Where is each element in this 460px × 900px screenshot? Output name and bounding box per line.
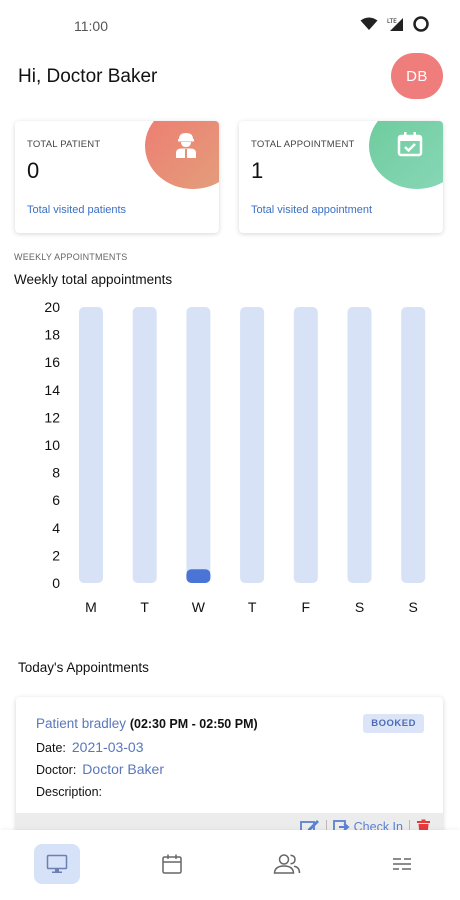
- date-row: Date: 2021-03-03: [36, 739, 144, 755]
- x-tick-label: T: [248, 599, 257, 615]
- stat-label: TOTAL PATIENT: [27, 139, 101, 150]
- y-tick-label: 12: [44, 409, 60, 425]
- bar-track: [293, 307, 318, 583]
- status-icons: LTE: [360, 15, 430, 33]
- chart-title: Weekly total appointments: [14, 272, 173, 287]
- nav-patients[interactable]: [264, 844, 310, 884]
- appointment-time: (02:30 PM - 02:50 PM): [129, 717, 258, 731]
- date-value: 2021-03-03: [71, 739, 144, 755]
- total-appointment-card[interactable]: TOTAL APPOINTMENT 1 Total visited appoin…: [239, 121, 443, 233]
- appointment-card[interactable]: Patient bradley (02:30 PM - 02:50 PM) BO…: [16, 697, 443, 847]
- network-type: LTE: [387, 18, 397, 25]
- bar-track: [79, 307, 103, 583]
- y-tick-label: 6: [52, 492, 60, 508]
- doctor-row: Doctor: Doctor Baker: [36, 761, 164, 777]
- nav-dashboard[interactable]: [34, 844, 80, 884]
- x-tick-label: M: [85, 599, 97, 615]
- x-tick-label: S: [409, 599, 418, 615]
- description-row: Description:: [36, 783, 108, 799]
- y-tick-label: 16: [44, 354, 60, 370]
- stat-link[interactable]: Total visited appointment: [251, 204, 372, 216]
- x-tick-label: W: [192, 599, 206, 615]
- bar: [186, 569, 211, 583]
- doctor-label: Doctor:: [36, 763, 77, 777]
- battery-icon: [413, 16, 429, 32]
- avatar[interactable]: DB: [391, 53, 443, 99]
- users-icon: [273, 854, 301, 874]
- appointment-header: Patient bradley (02:30 PM - 02:50 PM): [36, 716, 258, 731]
- bar-track: [401, 307, 426, 583]
- total-patient-card[interactable]: TOTAL PATIENT 0 Total visited patients: [15, 121, 219, 233]
- x-tick-label: T: [140, 599, 149, 615]
- menu-icon: [393, 858, 411, 870]
- calendar-check-icon: [397, 132, 423, 157]
- y-tick-label: 10: [44, 437, 60, 453]
- y-tick-label: 0: [52, 575, 60, 591]
- y-tick-label: 18: [44, 327, 60, 343]
- y-tick-label: 20: [44, 299, 60, 315]
- stat-blob: [145, 121, 219, 189]
- signal-icon: LTE: [387, 18, 403, 31]
- nav-menu[interactable]: [379, 844, 425, 884]
- y-tick-label: 14: [44, 382, 60, 398]
- greeting: Hi, Doctor Baker: [18, 66, 158, 87]
- description-label: Description:: [36, 785, 102, 799]
- nav-appointments[interactable]: [149, 844, 195, 884]
- bar-track: [240, 307, 265, 583]
- status-time: 11:00: [74, 18, 108, 34]
- x-tick-label: F: [302, 599, 311, 615]
- status-badge: BOOKED: [363, 714, 424, 733]
- stat-value: 0: [27, 158, 40, 183]
- y-tick-label: 8: [52, 465, 60, 481]
- section-label: WEEKLY APPOINTMENTS: [14, 252, 128, 262]
- stat-blob: [369, 121, 443, 189]
- bar-track: [186, 307, 211, 583]
- y-tick-label: 2: [52, 547, 60, 563]
- weekly-appointments-chart: 0 2 4 6 8 10 12 14 16 18 20 M T W T F S S: [44, 299, 426, 615]
- stat-link[interactable]: Total visited patients: [27, 204, 126, 216]
- bar-track: [347, 307, 372, 583]
- status-bar: 11:00 LTE: [0, 0, 460, 52]
- stat-value: 1: [251, 158, 264, 183]
- doctor-value: Doctor Baker: [82, 761, 164, 777]
- stat-label: TOTAL APPOINTMENT: [251, 139, 355, 150]
- calendar-icon: [162, 854, 182, 874]
- doctor-icon: [176, 133, 196, 158]
- y-tick-label: 4: [52, 520, 60, 536]
- patient-name[interactable]: Patient bradley: [36, 716, 126, 731]
- date-label: Date:: [36, 741, 66, 755]
- today-title: Today's Appointments: [18, 660, 149, 675]
- bottom-nav: [0, 830, 460, 900]
- bar-track: [132, 307, 157, 583]
- wifi-icon: [360, 17, 378, 30]
- x-tick-label: S: [355, 599, 364, 615]
- monitor-icon: [46, 854, 68, 873]
